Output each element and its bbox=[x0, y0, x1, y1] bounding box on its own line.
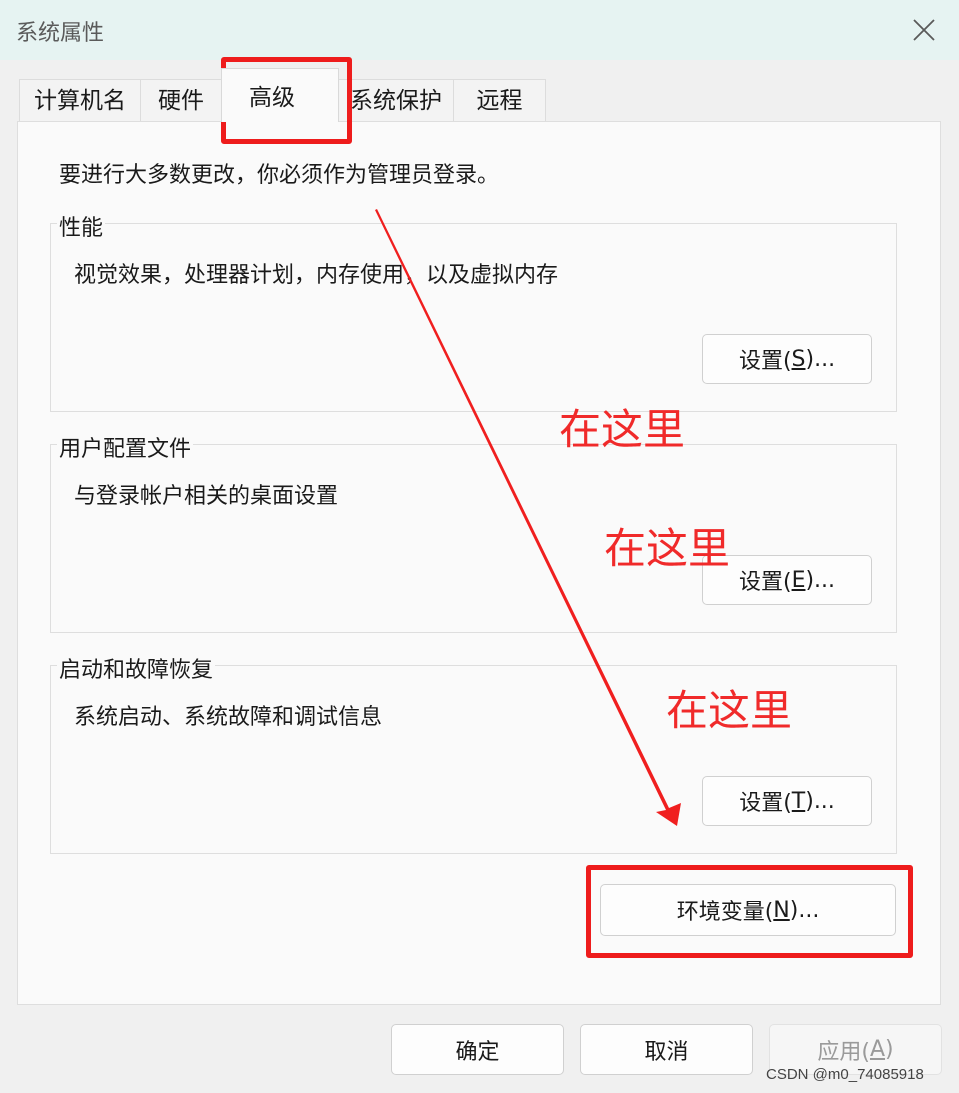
watermark: CSDN @m0_74085918 bbox=[766, 1066, 924, 1083]
annotation-label-3: 在这里 bbox=[666, 686, 793, 735]
tab-advanced[interactable]: 高级 bbox=[221, 68, 339, 122]
annotation-label-2: 在这里 bbox=[604, 524, 731, 573]
annotation-label-1: 在这里 bbox=[559, 405, 686, 454]
annotation-arrow bbox=[375, 209, 681, 826]
